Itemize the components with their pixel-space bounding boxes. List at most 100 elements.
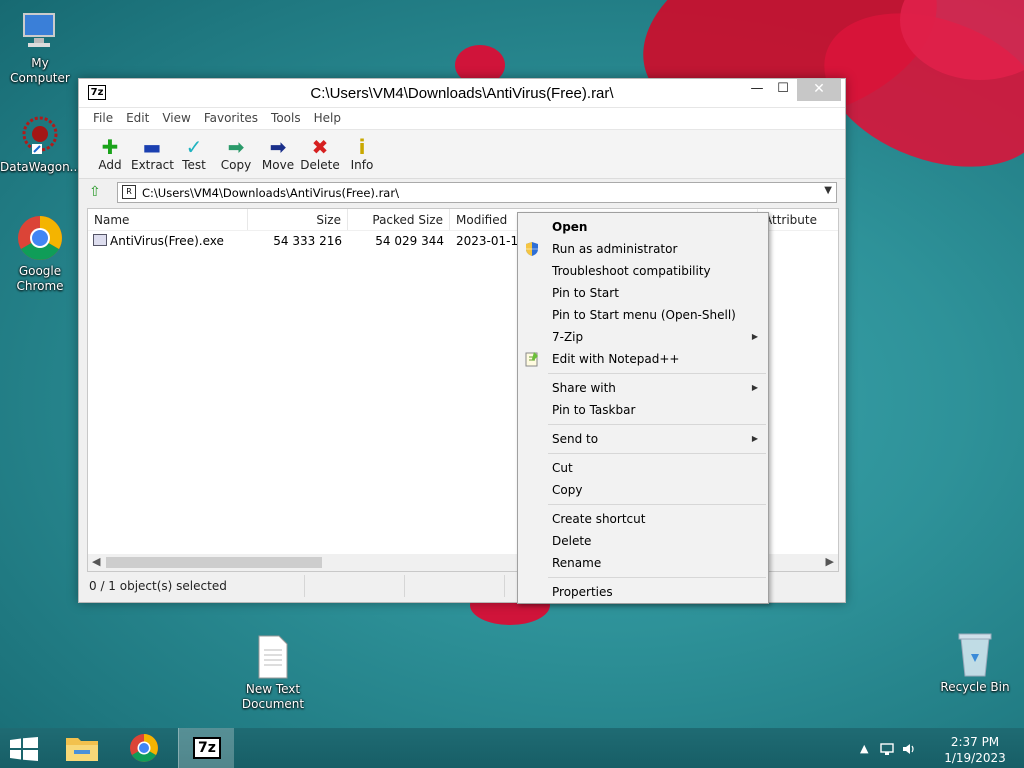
exe-file-icon: [93, 234, 107, 246]
desktop-icon-recycle-bin[interactable]: Recycle Bin: [935, 630, 1015, 695]
column-header-packed-size[interactable]: Packed Size: [348, 209, 450, 230]
context-menu-item-open[interactable]: Open: [518, 216, 768, 238]
context-menu-item-cut[interactable]: Cut: [518, 457, 768, 479]
delete-icon: ✖: [311, 135, 329, 159]
toolbar-delete-button[interactable]: ✖ Delete: [299, 130, 341, 178]
scroll-left-icon[interactable]: ◀: [92, 555, 100, 568]
context-menu-item-copy[interactable]: Copy: [518, 479, 768, 501]
test-icon: ✓: [185, 135, 203, 159]
context-menu-label: Properties: [552, 585, 613, 599]
context-menu-item-share-with[interactable]: Share with ▶: [518, 377, 768, 399]
toolbar-move-button[interactable]: ➡ Move: [257, 130, 299, 178]
context-menu: Open Run as administrator Troubleshoot com…: [517, 212, 769, 604]
context-menu-label: Troubleshoot compatibility: [552, 264, 711, 278]
context-menu-item-pin-to-start-menu-open-shell[interactable]: Pin to Start menu (Open-Shell): [518, 304, 768, 326]
toolbar: ✚ Add ▬ Extract ✓ Test ➡ Copy ➡ Move ✖ Delete i Info: [79, 129, 845, 179]
scrollbar-thumb[interactable]: [106, 557, 322, 568]
menu-tools[interactable]: Tools: [265, 108, 308, 129]
context-menu-label: Pin to Start menu (Open-Shell): [552, 308, 736, 322]
menu-file[interactable]: File: [87, 108, 120, 129]
column-header-size[interactable]: Size: [248, 209, 348, 230]
column-header-attribute[interactable]: Attribute: [758, 209, 838, 230]
folder-up-icon[interactable]: ⇧: [89, 184, 105, 200]
menu-edit[interactable]: Edit: [120, 108, 156, 129]
file-size: 54 333 216: [273, 234, 342, 248]
submenu-arrow-icon: ▶: [751, 332, 758, 341]
show-hidden-icons-icon[interactable]: ▲: [860, 742, 868, 755]
context-menu-item-7-zip[interactable]: 7-Zip ▶: [518, 326, 768, 348]
context-menu-item-send-to[interactable]: Send to ▶: [518, 428, 768, 450]
network-icon[interactable]: [880, 742, 894, 759]
status-cell: [305, 575, 405, 597]
recycle-bin-icon: [955, 630, 995, 678]
toolbar-add-button[interactable]: ✚ Add: [89, 130, 131, 178]
menu-separator: [548, 504, 766, 505]
scroll-right-icon[interactable]: ▶: [826, 555, 834, 568]
toolbar-button-label: Copy: [220, 158, 252, 172]
volume-icon[interactable]: [902, 742, 916, 759]
toolbar-extract-button[interactable]: ▬ Extract: [131, 130, 174, 178]
toolbar-copy-button[interactable]: ➡ Copy: [215, 130, 257, 178]
taskbar-chrome[interactable]: [116, 728, 172, 768]
toolbar-button-label: Delete: [300, 158, 340, 172]
address-text[interactable]: C:\Users\VM4\Downloads\AntiVirus(Free).r…: [142, 186, 399, 200]
context-menu-item-run-as-administrator[interactable]: Run as administrator: [518, 238, 768, 260]
context-menu-item-edit-with-notepad[interactable]: Edit with Notepad++: [518, 348, 768, 370]
system-tray: ▲ 2:37 PM 1/19/2023: [850, 732, 1010, 766]
close-button[interactable]: ✕: [797, 79, 841, 101]
context-menu-item-troubleshoot-compatibility[interactable]: Troubleshoot compatibility: [518, 260, 768, 282]
toolbar-info-button[interactable]: i Info: [341, 130, 383, 178]
context-menu-label: Delete: [552, 534, 592, 548]
context-menu-item-pin-to-taskbar[interactable]: Pin to Taskbar: [518, 399, 768, 421]
toolbar-button-label: Add: [98, 158, 122, 172]
toolbar-button-label: Extract: [131, 158, 174, 172]
context-menu-item-rename[interactable]: Rename: [518, 552, 768, 574]
context-menu-item-pin-to-start[interactable]: Pin to Start: [518, 282, 768, 304]
submenu-arrow-icon: ▶: [751, 434, 758, 443]
maximize-button[interactable]: ☐: [771, 79, 795, 101]
extract-icon: ▬: [142, 135, 162, 159]
desktop-icon-label: Recycle Bin: [940, 680, 1010, 694]
menu-separator: [548, 373, 766, 374]
desktop-icon-google-chrome[interactable]: Google Chrome: [0, 214, 80, 294]
menu-separator: [548, 453, 766, 454]
chrome-icon: [16, 214, 64, 262]
context-menu-label: Create shortcut: [552, 512, 646, 526]
address-bar[interactable]: R C:\Users\VM4\Downloads\AntiVirus(Free)…: [117, 182, 837, 203]
taskbar-clock[interactable]: 2:37 PM 1/19/2023: [940, 734, 1010, 766]
file-name-cell: AntiVirus(Free).exe: [88, 231, 248, 251]
context-menu-label: Send to: [552, 432, 599, 446]
desktop-icon-label: Document: [241, 697, 305, 711]
status-text: 0 / 1 object(s) selected: [87, 575, 305, 597]
shield-icon: [524, 241, 540, 257]
menu-help[interactable]: Help: [308, 108, 348, 129]
chevron-down-icon[interactable]: ▼: [824, 185, 832, 196]
menu-favorites[interactable]: Favorites: [198, 108, 265, 129]
title-bar[interactable]: 7z C:\Users\VM4\Downloads\AntiVirus(Free…: [79, 79, 845, 107]
desktop-icon-label: Chrome: [16, 279, 64, 293]
menu-view[interactable]: View: [156, 108, 197, 129]
start-button[interactable]: [10, 737, 38, 761]
chrome-icon: [130, 734, 158, 762]
context-menu-item-properties[interactable]: Properties: [518, 581, 768, 603]
context-menu-item-create-shortcut[interactable]: Create shortcut: [518, 508, 768, 530]
minimize-button[interactable]: —: [745, 79, 769, 101]
desktop-icon-my-computer[interactable]: My Computer: [0, 10, 80, 86]
context-menu-item-delete[interactable]: Delete: [518, 530, 768, 552]
desktop-icon-label: DataWagon...: [0, 160, 82, 174]
menu-separator: [548, 577, 766, 578]
context-menu-label: 7-Zip: [552, 330, 584, 344]
clock-date: 1/19/2023: [944, 751, 1006, 765]
taskbar-file-explorer[interactable]: [54, 728, 110, 768]
toolbar-button-label: Info: [350, 158, 374, 172]
context-menu-label: Rename: [552, 556, 602, 570]
taskbar-7zip[interactable]: 7z: [178, 728, 234, 768]
move-icon: ➡: [269, 135, 287, 159]
desktop-icon-datawagon[interactable]: DataWagon...: [0, 114, 82, 175]
context-menu-label: Copy: [552, 483, 583, 497]
column-header-name[interactable]: Name: [88, 209, 248, 230]
toolbar-test-button[interactable]: ✓ Test: [173, 130, 215, 178]
context-menu-label: Run as administrator: [552, 242, 678, 256]
desktop-icon-new-text-document[interactable]: New Text Document: [233, 634, 313, 712]
desktop-icon-label: My Computer: [10, 56, 70, 85]
